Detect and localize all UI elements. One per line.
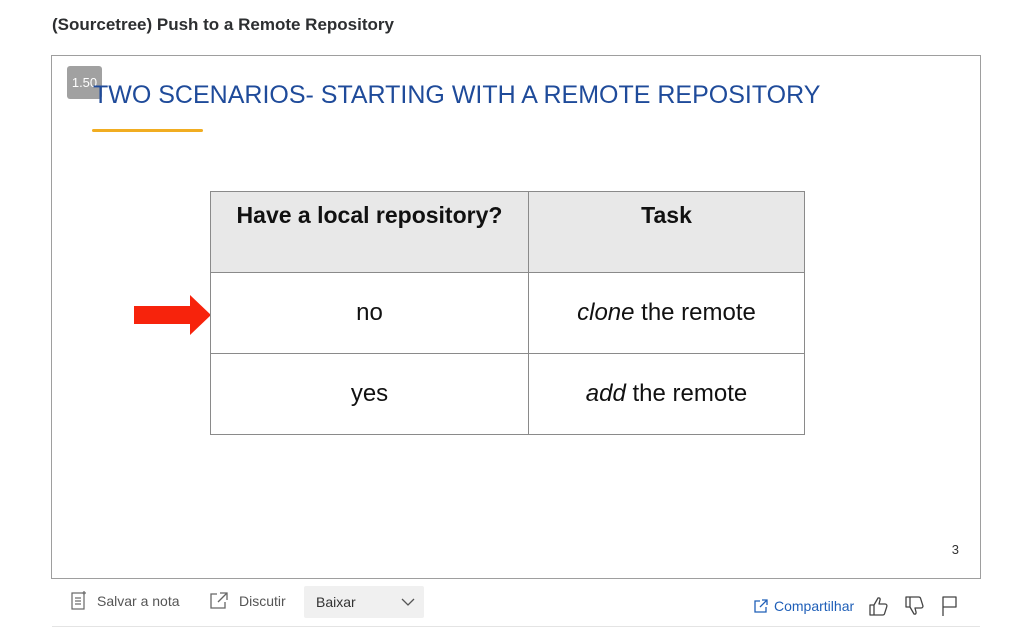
- download-label: Baixar: [316, 594, 356, 610]
- table-header-row: Have a local repository? Task: [210, 191, 805, 273]
- cell-local: no: [210, 272, 529, 354]
- task-verb: clone: [577, 299, 635, 326]
- cell-task: clone the remote: [528, 272, 805, 354]
- flag-icon[interactable]: [940, 595, 960, 617]
- slide-heading: TWO SCENARIOS- STARTING WITH A REMOTE RE…: [93, 81, 821, 109]
- slide-viewer[interactable]: 1.50 TWO SCENARIOS- STARTING WITH A REMO…: [51, 55, 981, 579]
- column-header-task: Task: [528, 191, 805, 273]
- cell-task: add the remote: [528, 353, 805, 435]
- page-title: (Sourcetree) Push to a Remote Repository: [52, 15, 394, 34]
- lecture-toolbar: Salvar a nota Discutir Baixar Compartilh…: [52, 579, 980, 627]
- thumbs-down-icon[interactable]: [903, 595, 925, 617]
- share-label: Compartilhar: [774, 598, 855, 614]
- external-link-icon: [210, 592, 228, 609]
- discuss-button[interactable]: Discutir: [209, 591, 286, 610]
- task-rest: the remote: [634, 299, 756, 326]
- save-note-button[interactable]: Salvar a nota: [70, 591, 180, 610]
- share-icon: [754, 599, 768, 613]
- share-button[interactable]: Compartilhar: [754, 598, 854, 614]
- scenario-table: Have a local repository? Task no clone t…: [210, 191, 805, 435]
- save-note-label: Salvar a nota: [97, 592, 180, 609]
- column-header-local-repo: Have a local repository?: [210, 191, 529, 273]
- table-row: no clone the remote: [210, 272, 805, 354]
- download-select[interactable]: Baixar: [304, 586, 424, 618]
- slide-number: 3: [951, 542, 959, 557]
- heading-underline: [92, 129, 203, 132]
- note-icon: [71, 591, 86, 610]
- table-row: yes add the remote: [210, 353, 805, 435]
- cell-local: yes: [210, 353, 529, 435]
- red-arrow-icon: [134, 295, 211, 335]
- thumbs-up-icon[interactable]: [867, 595, 889, 617]
- discuss-label: Discutir: [239, 592, 286, 609]
- task-verb: add: [585, 380, 626, 407]
- task-rest: the remote: [625, 380, 748, 407]
- chevron-down-icon: [401, 598, 415, 606]
